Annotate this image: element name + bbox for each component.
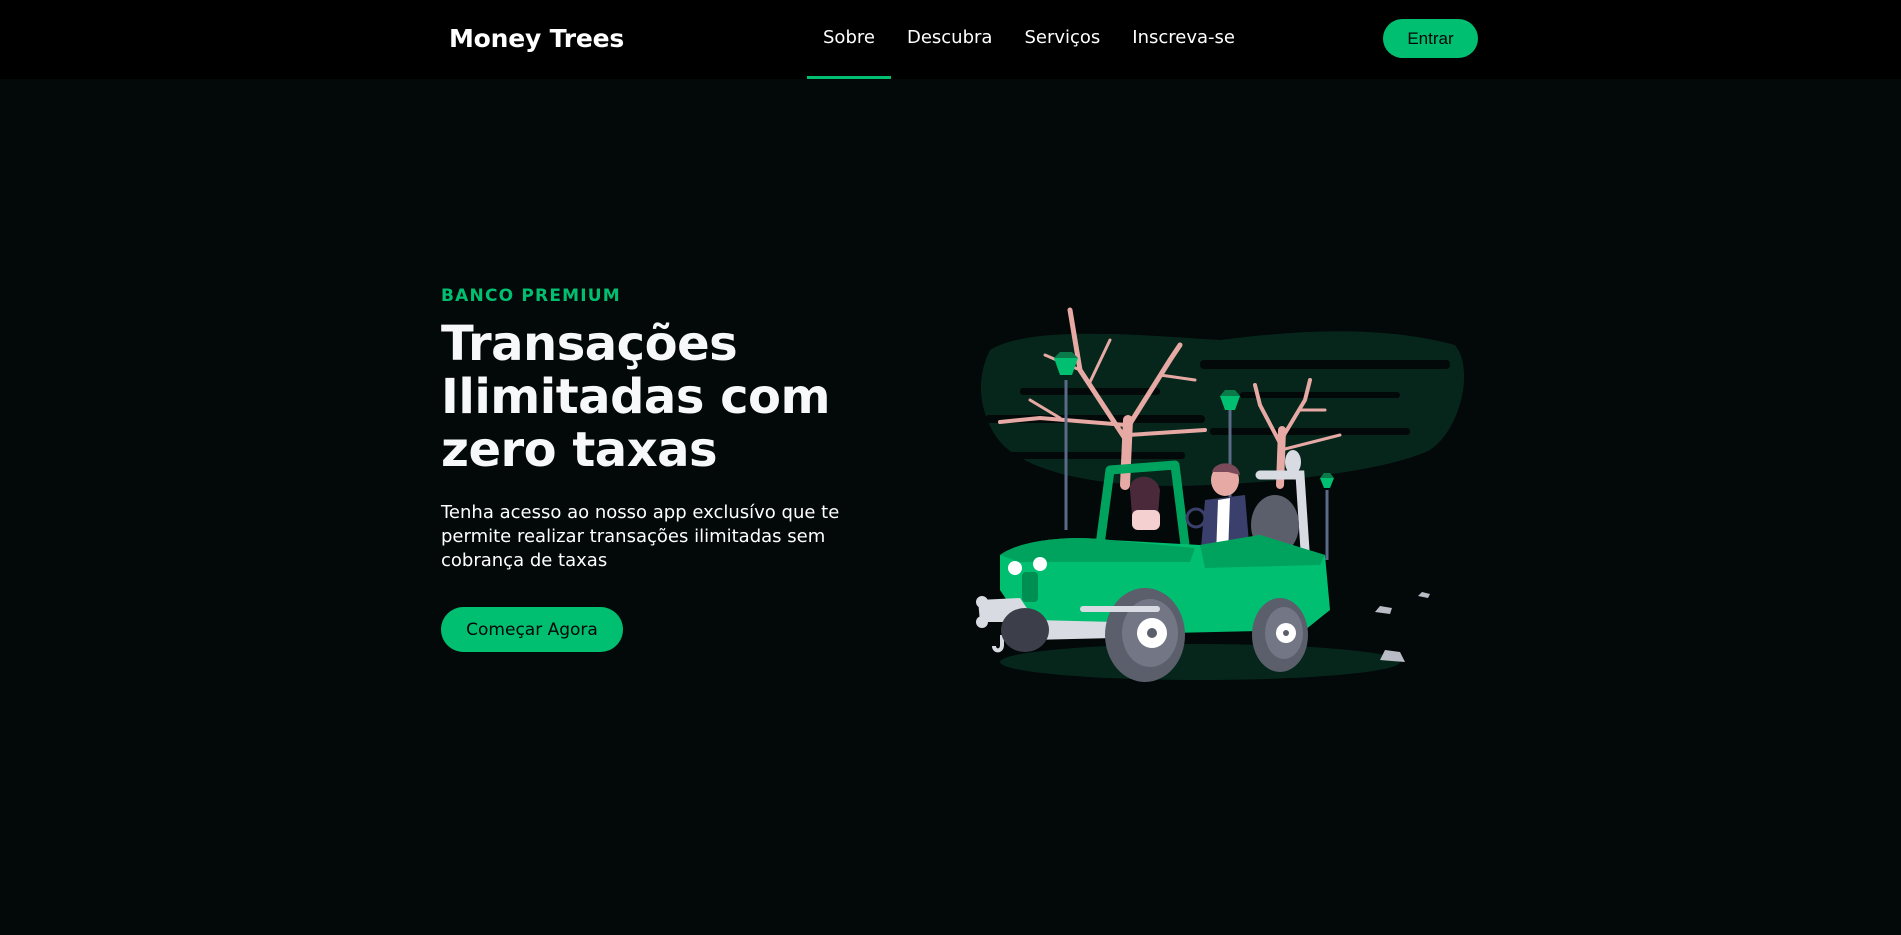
hero-headline-line-1: Transações (441, 316, 738, 372)
nav-link-sobre[interactable]: Sobre (807, 0, 891, 79)
nav-link-servicos[interactable]: Serviços (1008, 0, 1116, 79)
brand-logo[interactable]: Money Trees (449, 24, 624, 53)
hero-description: Tenha acesso ao nosso app exclusívo que … (441, 502, 840, 571)
lamp-post-3 (1320, 473, 1334, 560)
hero-headline: Transações Ilimitadas com zero taxas (441, 318, 861, 477)
navbar: Money Trees Sobre Descubra Serviços Insc… (0, 0, 1901, 79)
nav-link-descubra[interactable]: Descubra (891, 0, 1008, 79)
hero-illustration (960, 300, 1480, 690)
hero-eyebrow: BANCO PREMIUM (441, 286, 621, 306)
hero-headline-line-2: Ilimitadas com (441, 369, 831, 425)
get-started-button[interactable]: Começar Agora (441, 607, 623, 652)
signin-button[interactable]: Entrar (1383, 19, 1478, 58)
hero-section: BANCO PREMIUM Transações Ilimitadas com … (441, 286, 861, 652)
nav-menu: Sobre Descubra Serviços Inscreva-se (807, 0, 1251, 79)
nav-link-inscreva-se[interactable]: Inscreva-se (1116, 0, 1251, 79)
jeep-illustration-svg (976, 307, 1465, 682)
hero-headline-line-3: zero taxas (441, 422, 718, 478)
